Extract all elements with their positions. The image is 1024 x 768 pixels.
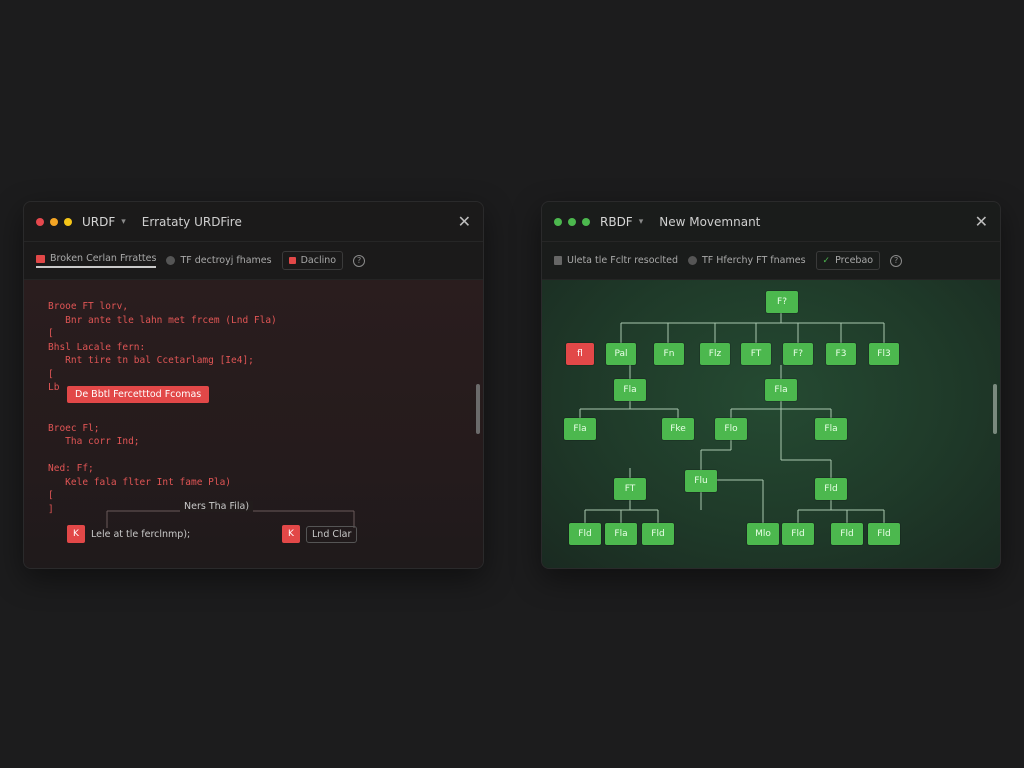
tf-node[interactable]: Fla	[605, 523, 637, 545]
circle-icon	[687, 256, 697, 265]
maximize-window-dot[interactable]	[64, 217, 72, 226]
tf-node[interactable]: Flz	[700, 343, 730, 365]
close-icon[interactable]: ✕	[458, 212, 471, 231]
footer-right-action[interactable]: K Lnd Clar	[282, 525, 358, 543]
tf-node[interactable]: Fke	[662, 418, 694, 440]
error-log-area: Brooe FT lorv, Bnr ante tle lahn met frc…	[24, 280, 483, 568]
footer-center-label-text: Ners Tha Fila)	[184, 501, 250, 512]
help-icon[interactable]: ?	[890, 254, 903, 267]
document-title: Errataty URDFire	[141, 214, 242, 229]
decline-button-label: Daclino	[300, 255, 337, 266]
code-line: Kele fala flter Int fame Pla)	[48, 476, 232, 488]
scrollbar-thumb[interactable]	[993, 384, 997, 434]
error-marker-icon: K	[67, 525, 85, 543]
code-line: [	[48, 368, 54, 380]
tf-node[interactable]: Mlo	[747, 523, 779, 545]
tf-node[interactable]: Flu	[685, 470, 717, 492]
tf-node[interactable]: FT	[614, 478, 646, 500]
urdf-error-window: URDF ▾ Errataty URDFire ✕ Broken Cerlan …	[23, 201, 484, 569]
tf-node[interactable]: F3	[826, 343, 856, 365]
code-line: Tha corr Ind;	[48, 436, 140, 447]
tab-tf-frames[interactable]: TF dectroyj fhames	[166, 255, 272, 266]
close-icon[interactable]: ✕	[975, 212, 988, 231]
code-line: Bnr ante tle lahn met frcem (Lnd Fla)	[48, 314, 277, 326]
error-highlight-badge[interactable]: De Bbtl Fercetttod Fcomas	[67, 386, 210, 403]
tf-node[interactable]: Fld	[569, 523, 601, 545]
window-controls	[36, 217, 72, 226]
footer-left-action[interactable]: K Lele at tle ferclnmp);	[67, 525, 190, 543]
minimize-window-dot[interactable]	[568, 217, 576, 226]
tab-tf-hierarchy[interactable]: TF Hferchy FT fnames	[687, 255, 806, 266]
circle-icon	[166, 256, 176, 265]
tf-node[interactable]: Fld	[831, 523, 863, 545]
check-icon: ✓	[822, 255, 831, 266]
error-code-block: Brooe FT lorv, Bnr ante tle lahn met frc…	[48, 300, 277, 516]
footer-left-label: Lele at tle ferclnmp);	[91, 528, 191, 540]
help-icon[interactable]: ?	[353, 254, 366, 267]
tab-tf-frames-label: TF dectroyj fhames	[180, 255, 272, 266]
tf-node-root[interactable]: F?	[766, 291, 798, 313]
error-footer: Ners Tha Fila) K Lele at tle ferclnmp); …	[24, 498, 483, 568]
window-controls	[554, 217, 590, 226]
code-line: Bhsl Lacale fern:	[48, 341, 146, 353]
left-toolbar: Broken Cerlan Frrattes TF dectroyj fhame…	[24, 242, 483, 280]
tf-node[interactable]: Fld	[642, 523, 674, 545]
code-line: Rnt tire tn bal Ccetarlamg [Ie4];	[48, 355, 254, 366]
code-line: [	[48, 328, 54, 339]
decline-button[interactable]: Daclino	[281, 251, 344, 270]
tf-node[interactable]: Fla	[564, 418, 596, 440]
code-line: Ned: Ff;	[48, 463, 94, 474]
tab-broken-frames-label: Broken Cerlan Frrattes	[50, 253, 157, 264]
right-titlebar: RBDF ▾ New Movemnant ✕	[542, 202, 1000, 242]
document-title: New Movemnant	[659, 214, 761, 229]
chevron-down-icon[interactable]: ▾	[639, 217, 644, 227]
rbdf-movement-window: RBDF ▾ New Movemnant ✕ Uleta tle Fcltr r…	[541, 201, 1001, 569]
chevron-down-icon[interactable]: ▾	[121, 217, 126, 227]
footer-right-label: Lnd Clar	[306, 525, 358, 543]
maximize-window-dot[interactable]	[582, 217, 590, 226]
preview-button-label: Prcebao	[835, 255, 874, 266]
tf-node[interactable]: Fl3	[869, 343, 899, 365]
app-name[interactable]: URDF	[82, 215, 115, 229]
preview-button[interactable]: ✓ Prcebao	[815, 251, 881, 270]
tab-broken-frames[interactable]: Broken Cerlan Frrattes	[36, 253, 157, 268]
minimize-window-dot[interactable]	[50, 217, 58, 226]
tf-tree-canvas: F? fl Pal Fn Flz FT F? F3 Fl3 Fla Fla Fl…	[542, 280, 1000, 568]
tf-node[interactable]: Fld	[782, 523, 814, 545]
tab-tf-hierarchy-label: TF Hferchy FT fnames	[701, 255, 806, 266]
tf-node[interactable]: F?	[783, 343, 813, 365]
app-name[interactable]: RBDF	[600, 215, 633, 229]
error-marker-icon: K	[282, 525, 300, 543]
close-window-dot[interactable]	[554, 217, 562, 226]
document-icon	[554, 256, 562, 265]
tf-node[interactable]: Pal	[606, 343, 636, 365]
tf-node[interactable]: Flo	[715, 418, 747, 440]
tf-node[interactable]: Fld	[868, 523, 900, 545]
code-line: Brooe FT lorv,	[48, 301, 129, 312]
scrollbar-thumb[interactable]	[476, 384, 480, 434]
right-toolbar: Uleta tle Fcltr resoclted TF Hferchy FT …	[542, 242, 1000, 280]
tf-node-error[interactable]: fl	[566, 343, 594, 365]
tab-resolved-frames[interactable]: Uleta tle Fcltr resoclted	[554, 255, 678, 266]
tf-node[interactable]: Fla	[815, 418, 847, 440]
left-titlebar: URDF ▾ Errataty URDFire ✕	[24, 202, 483, 242]
code-line: Broec Fl;	[48, 422, 100, 434]
tf-node[interactable]: Fld	[815, 478, 847, 500]
warning-icon	[288, 257, 296, 264]
tf-node[interactable]: Fla	[765, 379, 797, 401]
lock-icon	[36, 254, 45, 263]
footer-center-label: Ners Tha Fila)	[180, 501, 254, 512]
tf-node[interactable]: FT	[741, 343, 771, 365]
tf-node[interactable]: Fn	[654, 343, 684, 365]
tf-node[interactable]: Fla	[614, 379, 646, 401]
close-window-dot[interactable]	[36, 217, 44, 226]
tab-resolved-frames-label: Uleta tle Fcltr resoclted	[567, 255, 678, 266]
tf-frame-tree: F? fl Pal Fn Flz FT F? F3 Fl3 Fla Fla Fl…	[542, 280, 1000, 568]
